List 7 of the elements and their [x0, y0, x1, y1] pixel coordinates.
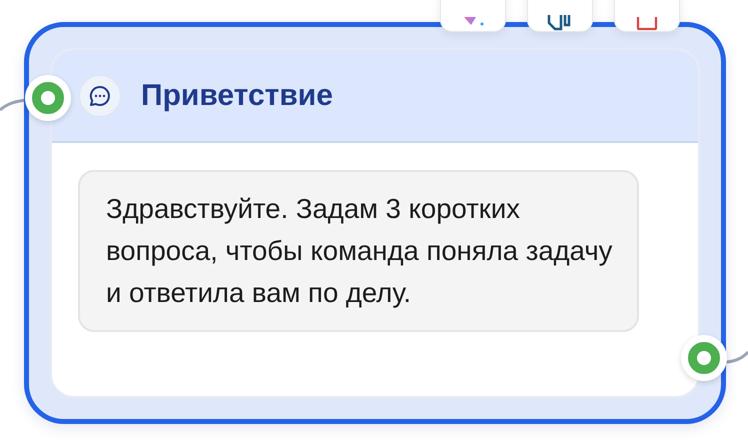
node-card[interactable]: Приветствие Здравствуйте. Задам 3 коротких вопроса, чтобы команда поняла задачу и ответила вам по делу.: [24, 22, 726, 424]
connector-line: [726, 350, 748, 364]
copy-icon: [547, 15, 573, 31]
node-title: Приветствие: [141, 78, 333, 114]
chat-icon: [79, 74, 121, 116]
message-text: Здравствуйте. Задам 3 коротких вопроса, чтобы команда поняла задачу и ответила вам по делу.: [78, 170, 639, 332]
trash-icon: [636, 17, 658, 31]
